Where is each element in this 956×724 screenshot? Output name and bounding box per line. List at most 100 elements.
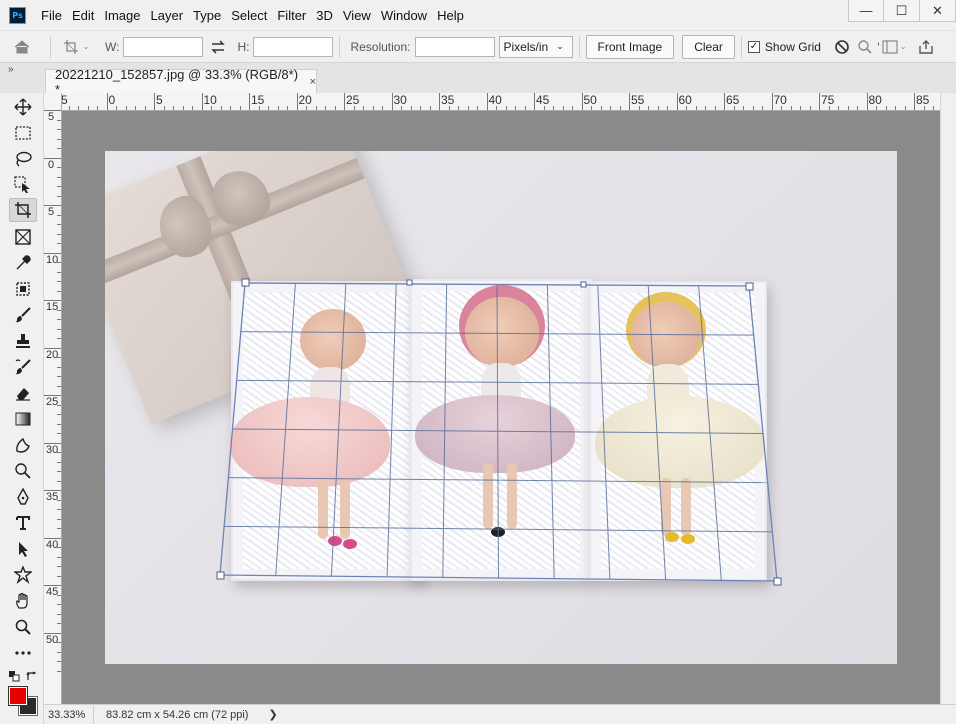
- width-label: W:: [105, 39, 120, 54]
- swap-dimensions-icon[interactable]: [203, 39, 233, 54]
- object-selection-tool-icon[interactable]: [9, 173, 37, 197]
- menu-window[interactable]: Window: [376, 4, 432, 26]
- dodge-tool-icon[interactable]: [9, 459, 37, 483]
- show-grid-toggle[interactable]: ✓ Show Grid: [747, 40, 821, 54]
- ruler-minor-tick: [57, 281, 61, 282]
- path-selection-tool-icon[interactable]: [9, 537, 37, 561]
- menu-3d[interactable]: 3D: [311, 4, 338, 26]
- document-tab[interactable]: 20221210_152857.jpg @ 33.3% (RGB/8*) * ×: [45, 67, 317, 97]
- move-tool-icon[interactable]: [9, 95, 37, 119]
- ruler-major-tick: [439, 93, 440, 110]
- tool-preset-picker[interactable]: ⌄: [57, 34, 95, 60]
- menu-filter[interactable]: Filter: [272, 4, 311, 26]
- ruler-label: 20: [298, 93, 312, 107]
- ruler-label: 35: [441, 93, 455, 107]
- ruler-minor-tick: [515, 106, 516, 110]
- ruler-minor-tick: [410, 106, 412, 110]
- menu-type[interactable]: Type: [188, 4, 226, 26]
- menu-edit[interactable]: Edit: [67, 4, 99, 26]
- front-image-button[interactable]: Front Image: [585, 34, 675, 59]
- close-tab-icon[interactable]: ×: [310, 76, 316, 88]
- crop-handle-top-mid[interactable]: [406, 279, 413, 286]
- lasso-tool-icon[interactable]: [9, 147, 37, 171]
- ruler-label: 10: [203, 93, 217, 107]
- ruler-minor-tick: [57, 290, 61, 292]
- gradient-tool-icon[interactable]: [9, 407, 37, 431]
- home-icon[interactable]: [0, 32, 44, 62]
- ruler-minor-tick: [828, 106, 830, 110]
- menu-layer[interactable]: Layer: [146, 4, 189, 26]
- canvas-area[interactable]: [62, 111, 940, 704]
- chevron-down-icon: ⌄: [899, 42, 907, 51]
- ruler-minor-tick: [562, 106, 564, 110]
- width-input[interactable]: [123, 36, 204, 57]
- maximize-button[interactable]: ☐: [884, 0, 920, 22]
- hand-tool-icon[interactable]: [9, 589, 37, 613]
- resolution-unit-select[interactable]: Pixels/in ⌄: [498, 35, 573, 58]
- share-icon[interactable]: [913, 39, 939, 55]
- ruler-minor-tick: [57, 224, 61, 225]
- ruler-label: 30: [393, 93, 407, 107]
- ruler-minor-tick: [211, 106, 212, 110]
- workspace-icon[interactable]: ʹ ⌄: [875, 40, 909, 54]
- cancel-crop-icon[interactable]: [829, 39, 855, 55]
- history-brush-tool-icon[interactable]: [9, 355, 37, 379]
- ruler-minor-tick: [57, 670, 61, 672]
- search-icon[interactable]: [855, 39, 875, 55]
- type-tool-icon[interactable]: [9, 511, 37, 535]
- patch-tool-icon[interactable]: [9, 277, 37, 301]
- eraser-tool-icon[interactable]: [9, 381, 37, 405]
- marquee-tool-icon[interactable]: [9, 121, 37, 145]
- ruler-minor-tick: [57, 328, 61, 330]
- custom-shape-tool-icon[interactable]: [9, 563, 37, 587]
- ruler-label: 75: [821, 93, 835, 107]
- clear-button[interactable]: Clear: [682, 34, 735, 59]
- blur-tool-icon[interactable]: [9, 433, 37, 457]
- pen-tool-icon[interactable]: [9, 485, 37, 509]
- close-button[interactable]: ✕: [920, 0, 956, 22]
- menu-file[interactable]: File: [36, 4, 67, 26]
- frame-tool-icon[interactable]: [9, 225, 37, 249]
- collapse-panel-icon[interactable]: »: [8, 64, 13, 75]
- height-input[interactable]: [253, 36, 334, 57]
- brush-tool-icon[interactable]: [9, 303, 37, 327]
- ruler-minor-tick: [686, 106, 687, 110]
- crop-handle-top-mid-2[interactable]: [580, 281, 587, 288]
- menu-image[interactable]: Image: [99, 4, 145, 26]
- ruler-minor-tick: [933, 106, 934, 110]
- ruler-major-tick: [391, 93, 393, 110]
- menu-select[interactable]: Select: [226, 4, 272, 26]
- menu-view[interactable]: View: [338, 4, 376, 26]
- show-grid-checkbox[interactable]: ✓: [747, 40, 760, 53]
- ruler-minor-tick: [363, 106, 364, 110]
- ruler-label: 15: [251, 93, 265, 107]
- default-colors-icon[interactable]: [8, 670, 20, 682]
- minimize-button[interactable]: —: [848, 0, 884, 22]
- ruler-minor-tick: [57, 423, 61, 425]
- foreground-color-swatch[interactable]: [8, 686, 28, 706]
- menu-help[interactable]: Help: [432, 4, 469, 26]
- stamp-tool-icon[interactable]: [9, 329, 37, 353]
- more-tools-icon[interactable]: [9, 641, 37, 665]
- crop-handle-top-right[interactable]: [745, 282, 754, 291]
- ruler-minor-tick: [57, 499, 61, 501]
- status-menu-arrow-icon[interactable]: ❯: [268, 708, 277, 721]
- document-image[interactable]: [105, 151, 897, 664]
- crop-handle-bottom-right[interactable]: [773, 577, 782, 586]
- ruler-label: 20: [46, 348, 59, 361]
- crop-handle-bottom-left[interactable]: [216, 571, 225, 580]
- crop-handle-top-left[interactable]: [241, 278, 250, 287]
- ruler-minor-tick: [895, 106, 896, 110]
- swap-colors-icon[interactable]: [25, 670, 37, 682]
- perspective-crop-grid[interactable]: [105, 151, 897, 664]
- zoom-level-field[interactable]: 33.33%: [44, 705, 94, 724]
- resolution-input[interactable]: [414, 36, 495, 57]
- zoom-tool-icon[interactable]: [9, 615, 37, 639]
- ruler-minor-tick: [477, 106, 478, 110]
- ruler-minor-tick: [57, 613, 61, 615]
- ruler-major-tick: [914, 93, 915, 110]
- separator: [740, 35, 742, 58]
- eyedropper-tool-icon[interactable]: [9, 251, 37, 275]
- vertical-scrollbar[interactable]: [940, 93, 956, 704]
- perspective-crop-tool-icon[interactable]: [9, 198, 37, 222]
